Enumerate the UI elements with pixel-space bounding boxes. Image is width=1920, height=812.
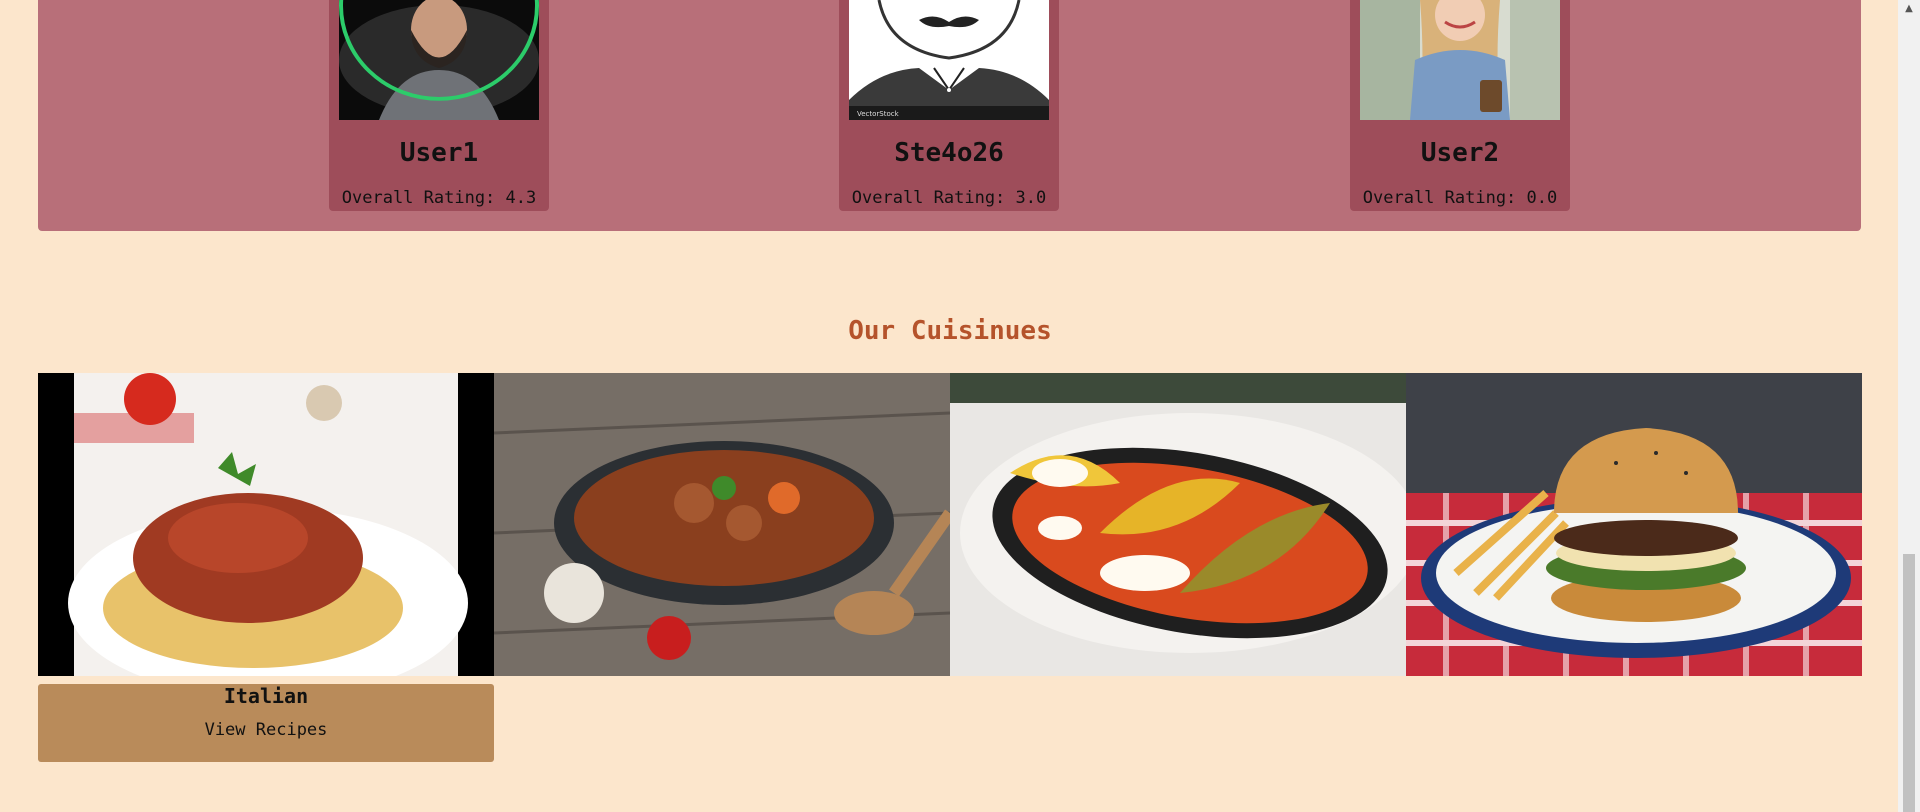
cuisine-image-2[interactable]: [494, 373, 950, 676]
cuisine-image-4[interactable]: [1406, 373, 1862, 676]
users-section: User1 Overall Rating: 4.3 VectorStock St…: [38, 0, 1861, 231]
mustache-cartoon-icon: VectorStock: [849, 0, 1049, 120]
user-photo-icon: [339, 0, 539, 120]
stew-pan-icon: [494, 373, 950, 676]
user-card[interactable]: VectorStock Ste4o26 Overall Rating: 3.0: [839, 0, 1059, 211]
scrollbar-thumb[interactable]: [1903, 554, 1915, 812]
cuisine-image-italian[interactable]: [38, 373, 494, 676]
user-name: Ste4o26: [894, 138, 1004, 168]
user-name: User2: [1420, 138, 1500, 168]
user-card[interactable]: User2 Overall Rating: 0.0: [1350, 0, 1570, 211]
user-selfie-icon: [1360, 0, 1560, 120]
spaghetti-bolognese-icon: [38, 373, 494, 676]
section-title: Our Cuisinues: [848, 316, 1052, 346]
cuisine-card-italian: Italian View Recipes: [38, 684, 494, 762]
burger-fries-icon: [1406, 373, 1862, 676]
stuffed-peppers-icon: [950, 373, 1406, 676]
user-rating: Overall Rating: 3.0: [851, 188, 1047, 208]
vertical-scrollbar[interactable]: ▲: [1898, 0, 1920, 812]
user-rating: Overall Rating: 0.0: [1362, 188, 1558, 208]
cuisine-name: Italian: [223, 684, 309, 708]
view-recipes-link[interactable]: View Recipes: [38, 720, 494, 740]
user-rating: Overall Rating: 4.3: [341, 188, 537, 208]
scroll-up-icon[interactable]: ▲: [1898, 0, 1920, 18]
user-name: User1: [399, 138, 479, 168]
user-card[interactable]: User1 Overall Rating: 4.3: [329, 0, 549, 211]
cuisine-image-3[interactable]: [950, 373, 1406, 676]
watermark-text: VectorStock: [857, 110, 900, 118]
